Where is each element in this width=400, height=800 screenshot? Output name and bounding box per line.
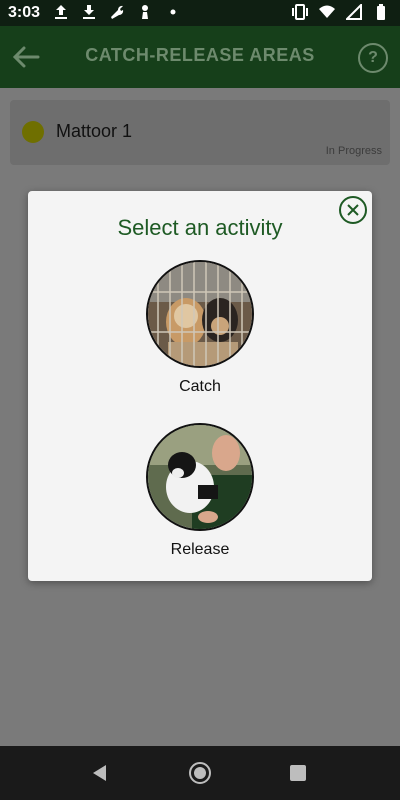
back-triangle-icon — [93, 765, 106, 781]
release-label: Release — [170, 541, 230, 558]
nav-recents-button[interactable] — [286, 761, 310, 785]
battery-icon — [372, 3, 390, 21]
wrench-icon — [108, 3, 126, 21]
catch-label: Catch — [179, 378, 221, 395]
status-bar: 3:03 — [0, 0, 400, 26]
cellular-signal-icon — [345, 3, 363, 21]
catch-option[interactable]: Catch — [28, 260, 372, 396]
area-status: In Progress — [325, 145, 382, 157]
wifi-icon — [318, 3, 336, 21]
vibrate-icon — [291, 3, 309, 21]
upload-icon — [52, 3, 70, 21]
download-icon — [80, 3, 98, 21]
chess-pawn-icon — [136, 3, 154, 21]
page-title: CATCH-RELEASE AREAS — [85, 45, 315, 65]
system-nav-bar — [0, 746, 400, 800]
list-item[interactable]: Mattoor 1 In Progress — [10, 100, 390, 165]
nav-back-button[interactable] — [88, 761, 112, 785]
help-button[interactable]: ? — [358, 43, 388, 73]
release-image[interactable] — [146, 423, 254, 531]
status-icons-right — [291, 3, 390, 21]
recents-square-icon — [290, 765, 306, 781]
release-option[interactable]: Release — [28, 423, 372, 559]
catch-image[interactable] — [146, 260, 254, 368]
area-name: Mattoor 1 — [56, 121, 133, 141]
status-time: 3:03 — [8, 4, 41, 21]
status-icons-left — [52, 3, 182, 21]
activity-dialog: Select an activity Catch Release — [28, 191, 372, 581]
dot-icon — [164, 3, 182, 21]
home-circle-icon — [189, 762, 211, 784]
dialog-title: Select an activity — [117, 215, 283, 240]
nav-home-button[interactable] — [188, 761, 212, 785]
status-dot — [22, 121, 44, 143]
help-icon: ? — [368, 49, 378, 66]
app-bar: CATCH-RELEASE AREAS ? — [0, 26, 400, 88]
